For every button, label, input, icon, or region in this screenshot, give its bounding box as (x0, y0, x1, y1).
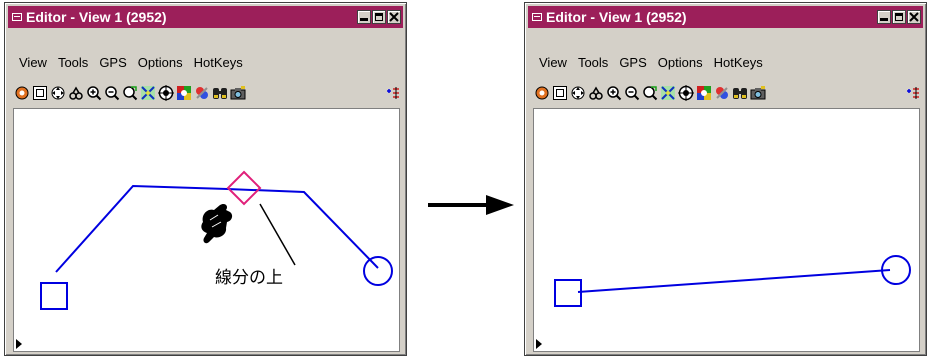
menu-bar: View Tools GPS Options HotKeys (8, 51, 403, 73)
start-vertex-square[interactable] (554, 279, 582, 307)
camera-icon[interactable] (229, 85, 246, 102)
segment-annotation-label: 線分の上 (215, 268, 283, 287)
toolbar (13, 83, 400, 103)
label-pointer-line (259, 203, 296, 266)
menu-options[interactable]: Options (658, 55, 703, 70)
close-button[interactable] (907, 10, 921, 24)
zoom-previous-icon[interactable] (641, 85, 658, 102)
menu-hotkeys[interactable]: HotKeys (194, 55, 243, 70)
layers-icon[interactable] (695, 85, 712, 102)
menu-bar: View Tools GPS Options HotKeys (528, 51, 923, 73)
menu-tools[interactable]: Tools (58, 55, 88, 70)
maximize-button[interactable] (372, 10, 386, 24)
window-title: Editor - View 1 (2952) (26, 9, 167, 25)
menu-gps[interactable]: GPS (99, 55, 126, 70)
zoom-window-icon[interactable] (31, 85, 48, 102)
drawing-layer (554, 255, 911, 307)
segment-highlight-diamond (226, 170, 262, 206)
line-after[interactable] (577, 269, 891, 293)
snap-icon[interactable] (677, 85, 694, 102)
zoom-in-icon[interactable] (605, 85, 622, 102)
menu-hotkeys[interactable]: HotKeys (714, 55, 763, 70)
menu-view[interactable]: View (539, 55, 567, 70)
menu-options[interactable]: Options (138, 55, 183, 70)
zoom-out-icon[interactable] (103, 85, 120, 102)
hand-cursor-icon (201, 203, 233, 244)
title-bar[interactable]: Editor - View 1 (2952) (528, 6, 923, 28)
menu-gps[interactable]: GPS (619, 55, 646, 70)
layers-icon[interactable] (175, 85, 192, 102)
window-title: Editor - View 1 (2952) (546, 9, 687, 25)
find-icon[interactable] (211, 85, 228, 102)
scroll-right-arrow[interactable] (16, 339, 22, 349)
editor-window-after: Editor - View 1 (2952) View Tools GPS Op… (524, 2, 927, 356)
zoom-extents-icon[interactable] (13, 85, 30, 102)
start-vertex-square[interactable] (40, 282, 68, 310)
drawing-layer (40, 170, 393, 310)
find-icon[interactable] (731, 85, 748, 102)
transition-arrow (428, 195, 514, 215)
toolbar (533, 83, 920, 103)
add-vertex-icon[interactable] (903, 85, 920, 102)
zoom-previous-icon[interactable] (121, 85, 138, 102)
window-menu-icon[interactable] (532, 13, 542, 21)
window-menu-icon[interactable] (12, 13, 22, 21)
end-vertex-circle[interactable] (363, 256, 393, 286)
menu-tools[interactable]: Tools (578, 55, 608, 70)
scroll-right-arrow[interactable] (536, 339, 542, 349)
zoom-selection-icon[interactable] (139, 85, 156, 102)
colors-icon[interactable] (713, 85, 730, 102)
camera-icon[interactable] (749, 85, 766, 102)
map-canvas[interactable] (533, 108, 920, 352)
zoom-window-icon[interactable] (551, 85, 568, 102)
zoom-extents-icon[interactable] (533, 85, 550, 102)
add-vertex-icon[interactable] (383, 85, 400, 102)
maximize-button[interactable] (892, 10, 906, 24)
colors-icon[interactable] (193, 85, 210, 102)
minimize-button[interactable] (357, 10, 371, 24)
pan-icon[interactable] (569, 85, 586, 102)
pan-icon[interactable] (49, 85, 66, 102)
fit-icon[interactable] (587, 85, 604, 102)
fit-icon[interactable] (67, 85, 84, 102)
map-canvas[interactable] (13, 108, 400, 352)
editor-window-before: Editor - View 1 (2952) View Tools GPS Op… (4, 2, 407, 356)
close-button[interactable] (387, 10, 401, 24)
minimize-button[interactable] (877, 10, 891, 24)
menu-view[interactable]: View (19, 55, 47, 70)
zoom-selection-icon[interactable] (659, 85, 676, 102)
snap-icon[interactable] (157, 85, 174, 102)
zoom-in-icon[interactable] (85, 85, 102, 102)
title-bar[interactable]: Editor - View 1 (2952) (8, 6, 403, 28)
zoom-out-icon[interactable] (623, 85, 640, 102)
